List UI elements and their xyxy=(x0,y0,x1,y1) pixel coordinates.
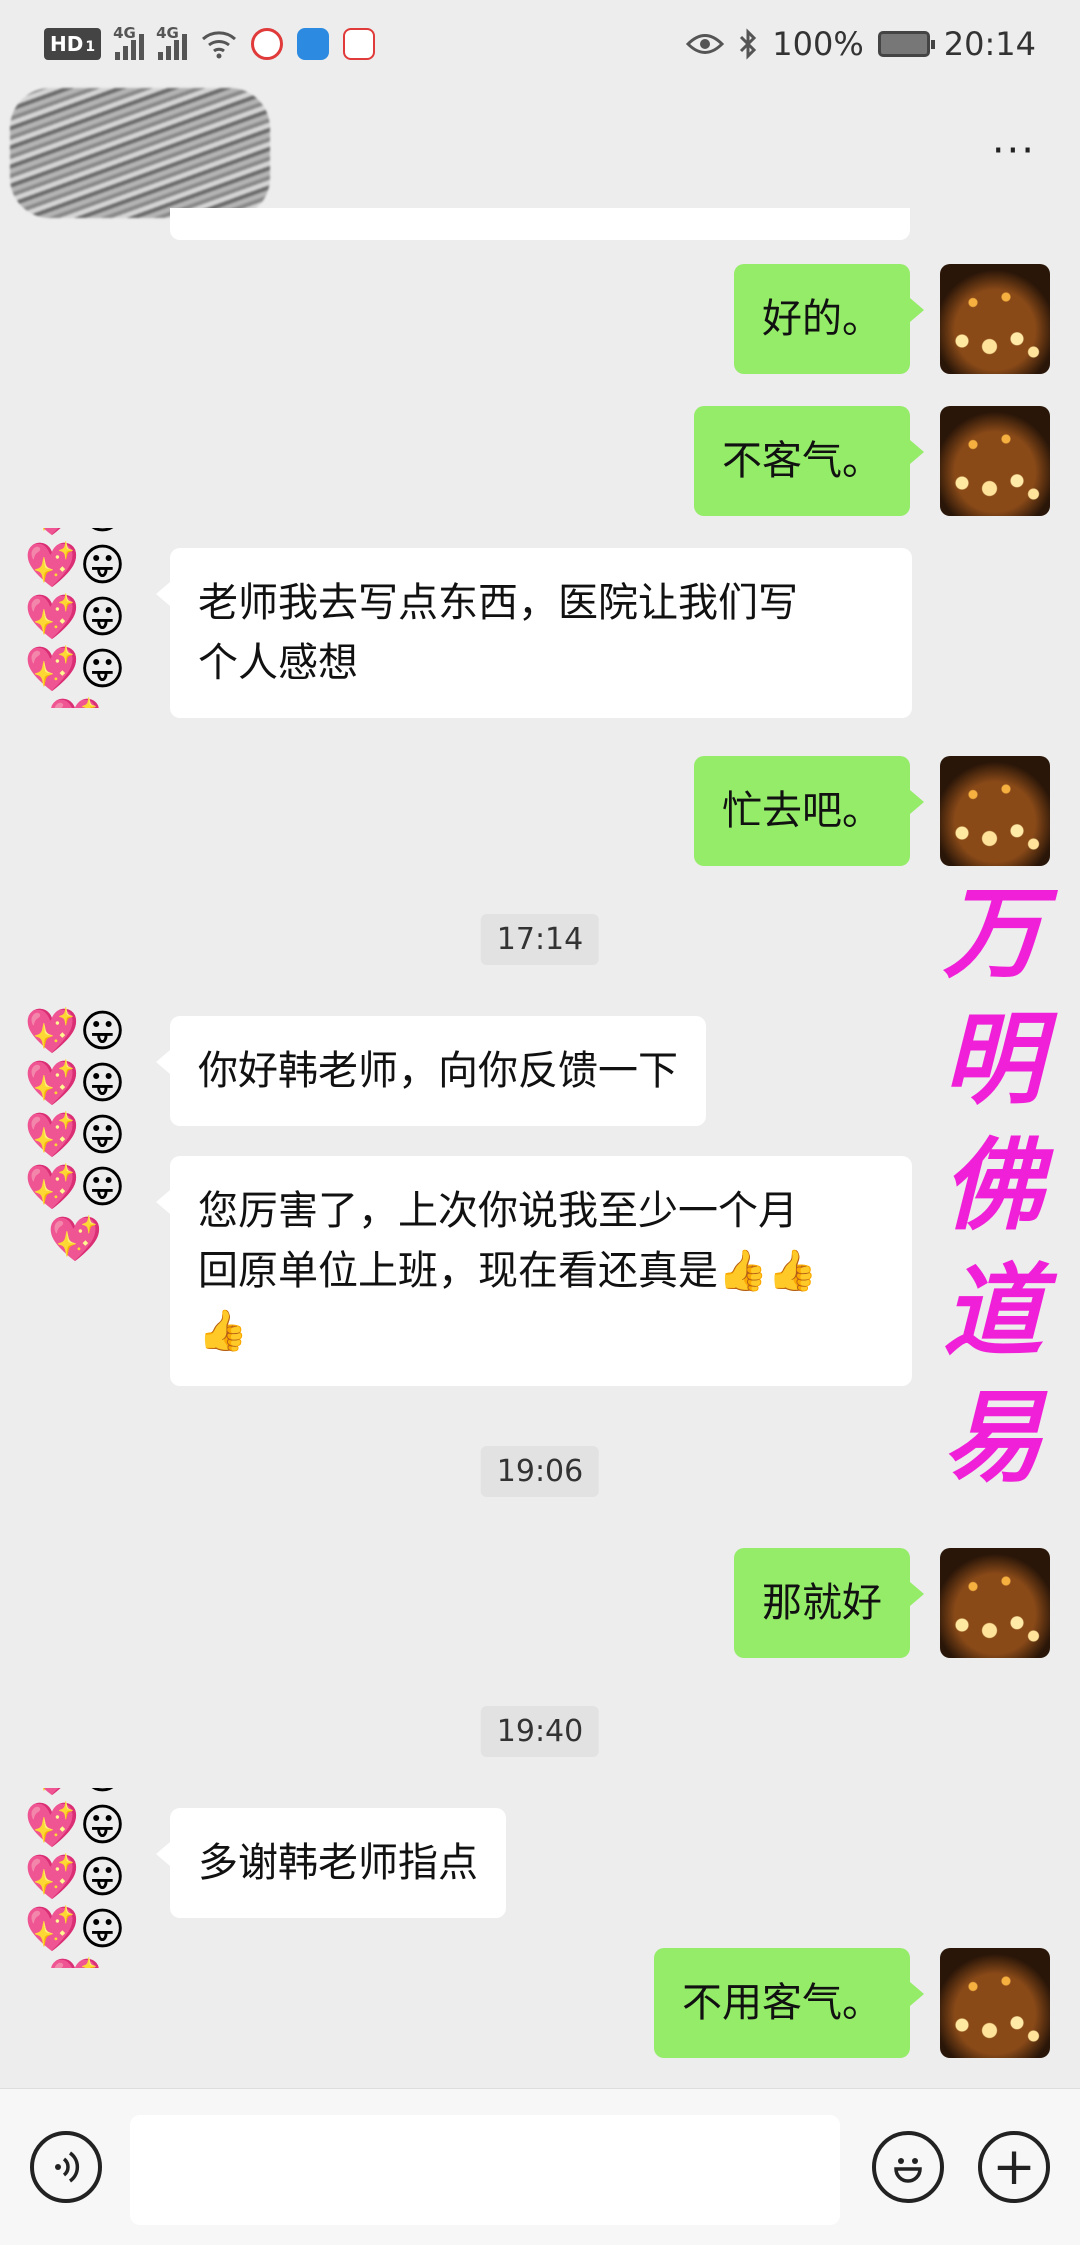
watermark-char: 佛 xyxy=(943,1126,1043,1244)
message-bubble-incoming[interactable]: 你好韩老师，向你反馈一下 xyxy=(156,1016,706,1126)
status-bar: HD 1 4G 4G 100% 20:14 xyxy=(0,0,1080,88)
watermark-char: 万 xyxy=(943,874,1043,992)
watermark-char: 道 xyxy=(943,1252,1043,1370)
redacted-contact-name xyxy=(10,88,270,218)
status-bar-right: 100% 20:14 xyxy=(686,25,1036,63)
voice-input-button[interactable] xyxy=(30,2131,102,2203)
timestamp: 17:14 xyxy=(480,914,600,965)
message-bubble-outgoing[interactable]: 那就好 xyxy=(734,1548,924,1658)
watermark-char: 易 xyxy=(943,1378,1043,1496)
plus-button[interactable]: + xyxy=(978,2131,1050,2203)
signal-icon: 4G xyxy=(113,24,145,60)
my-avatar[interactable] xyxy=(940,264,1050,374)
my-avatar[interactable] xyxy=(940,1548,1050,1658)
message-bubble-outgoing[interactable]: 忙去吧。 xyxy=(694,756,924,866)
contact-avatar[interactable]: 💖😛💖😛💖😛💖😛💖 xyxy=(0,1788,150,1968)
message-text-input[interactable] xyxy=(130,2115,840,2225)
eye-icon xyxy=(686,34,725,54)
battery-icon xyxy=(877,31,935,57)
message-input-bar: + xyxy=(0,2088,1080,2245)
message-bubble-outgoing[interactable]: 好的。 xyxy=(734,264,924,374)
watermark-text: 万 明 佛 道 易 xyxy=(928,870,1058,1500)
contact-avatar[interactable]: 💖😛💖😛💖😛💖😛💖 xyxy=(0,528,150,708)
app-notification-icon xyxy=(297,28,330,60)
plus-icon: + xyxy=(992,2137,1036,2197)
message-bubble-incoming[interactable]: 多谢韩老师指点 xyxy=(156,1808,506,1918)
signal-icon: 4G xyxy=(156,24,188,60)
timestamp: 19:06 xyxy=(480,1446,600,1497)
bluetooth-icon xyxy=(740,28,757,60)
message-bubble-incoming[interactable]: 老师我去写点东西，医院让我们写 个人感想 xyxy=(156,548,912,718)
emoji-button[interactable] xyxy=(872,2131,944,2203)
status-bar-left: HD 1 4G 4G xyxy=(44,24,376,60)
status-time: 20:14 xyxy=(943,25,1036,63)
my-avatar[interactable] xyxy=(940,756,1050,866)
battery-percent: 100% xyxy=(772,25,864,63)
watermark-char: 明 xyxy=(943,1000,1043,1118)
message-bubble-incoming[interactable]: 您厉害了，上次你说我至少一个月 回原单位上班，现在看还真是👍👍 👍 xyxy=(156,1156,912,1386)
contact-avatar[interactable]: 💖😛💖😛💖😛💖😛💖 xyxy=(0,1006,150,1266)
voice-icon xyxy=(55,2151,80,2183)
message-bubble-outgoing[interactable]: 不用客气。 xyxy=(654,1948,924,2058)
message-bubble-partial xyxy=(170,208,910,240)
emoji-icon xyxy=(894,2158,922,2183)
timestamp: 19:40 xyxy=(480,1706,600,1757)
hd-icon: HD 1 xyxy=(44,28,102,60)
chat-message-list[interactable]: 好的。 不客气。 💖😛💖😛💖😛💖😛💖 老师我去写点东西，医院让我们写 个人感想 … xyxy=(0,208,1080,2088)
my-avatar[interactable] xyxy=(940,1948,1050,2058)
app-notification-icon xyxy=(343,28,376,60)
wifi-icon xyxy=(202,31,237,59)
chat-title-bar: ··· xyxy=(0,88,1080,218)
message-bubble-outgoing[interactable]: 不客气。 xyxy=(694,406,924,516)
my-avatar[interactable] xyxy=(940,406,1050,516)
more-options-button[interactable]: ··· xyxy=(992,128,1036,174)
app-notification-icon xyxy=(251,28,284,60)
